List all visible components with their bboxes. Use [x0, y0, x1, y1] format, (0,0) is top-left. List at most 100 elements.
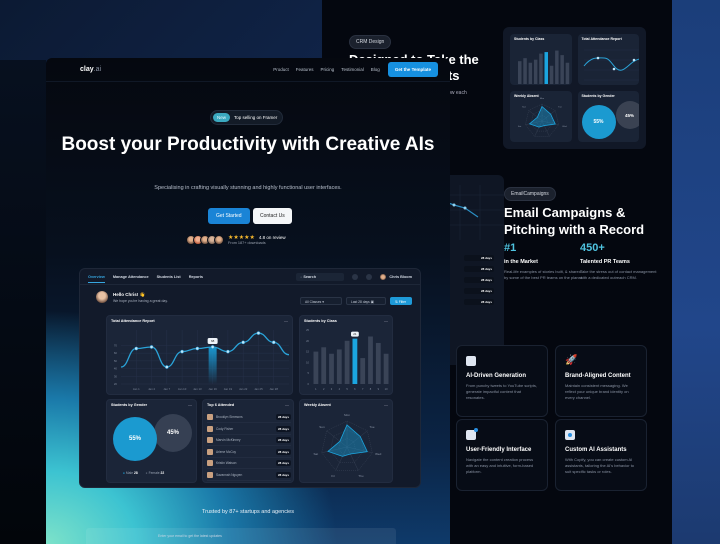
tooltip-label: 68: [211, 339, 215, 343]
logo[interactable]: clay.ai: [80, 66, 101, 73]
dashboard-controls: All Classes ▾ Last 28 days ▣ ⇅ Filter: [300, 297, 412, 305]
tab-reports[interactable]: Reports: [189, 275, 203, 279]
nav-pricing[interactable]: Pricing: [321, 67, 335, 72]
more-icon[interactable]: —: [384, 318, 388, 323]
avatar: [96, 291, 108, 303]
crm-badge: CRM Design: [349, 35, 392, 49]
user-menu[interactable]: Chris Bloom: [380, 273, 412, 280]
tab-manage-attendance[interactable]: Manage Attendance: [113, 275, 149, 279]
x-tick-label: 9: [378, 387, 380, 391]
more-icon[interactable]: —: [285, 402, 289, 407]
y-tick-label: 70: [114, 343, 118, 347]
get-template-button[interactable]: Get the Template: [387, 62, 438, 77]
more-icon[interactable]: —: [284, 318, 288, 323]
more-icon[interactable]: —: [384, 402, 388, 407]
canvas: CRM Design Designed to Take the Next Ste…: [0, 0, 720, 544]
bar: [555, 50, 559, 84]
feature-ai-generation[interactable]: AI-Driven Generation From punchy tweets …: [456, 345, 548, 417]
date-select[interactable]: Last 28 days ▣: [346, 297, 386, 305]
email-title: Email Campaigns & Pitching with a Record: [504, 205, 645, 237]
data-point: [256, 331, 261, 335]
bar: [313, 351, 319, 384]
radar-axis-label: Sun: [522, 107, 527, 109]
get-started-button[interactable]: Get Started: [208, 208, 250, 224]
table-row[interactable]: Brooklyn Simmons 28 days: [207, 412, 291, 423]
table-row[interactable]: Arlene McCoy 28 days: [207, 447, 291, 458]
feature-user-friendly[interactable]: User-Friendly Interface Navigate the con…: [456, 419, 548, 491]
bell-icon[interactable]: [352, 273, 359, 280]
bar: [539, 53, 543, 84]
nav-product[interactable]: Product: [273, 67, 289, 72]
background-blue: [672, 0, 720, 544]
radar-axis-label: Fri: [331, 474, 335, 478]
radar-axis-label: Tue: [558, 107, 562, 109]
preview-card-class: Students by Class: [510, 34, 572, 85]
trusted-text: Trusted by 87+ startups and agencies: [202, 509, 294, 515]
x-tick-label: Jan 13: [193, 387, 202, 391]
side-row: 28 days: [464, 288, 494, 294]
front-page: clay.ai Product Features Pricing Testimo…: [46, 58, 450, 544]
bar: [533, 59, 538, 84]
tooltip-label: 21: [353, 332, 357, 336]
tab-students-list[interactable]: Students List: [157, 275, 181, 279]
y-tick-label: 20: [306, 339, 309, 343]
radar-axis-label: Mon: [540, 98, 545, 100]
bar: [549, 65, 554, 84]
data-point: [149, 345, 154, 349]
side-row: 28 days: [464, 266, 494, 272]
nav-blog[interactable]: Blog: [371, 67, 380, 72]
nav-features[interactable]: Features: [296, 67, 314, 72]
y-tick-label: 60: [114, 351, 118, 355]
x-tick-label: Jan 28: [270, 387, 279, 391]
avatar: [207, 414, 213, 420]
table-row[interactable]: Kristin Watson 28 days: [207, 458, 291, 469]
bar: [523, 58, 527, 84]
preview-card-attendance: Total Attendance Report: [577, 34, 639, 85]
more-icon[interactable]: —: [188, 402, 192, 407]
data-point: [226, 349, 230, 354]
avatar: [380, 273, 387, 280]
x-tick-label: 4: [339, 387, 341, 391]
star-rating-icon: ★★★★★: [228, 235, 255, 241]
gear-icon[interactable]: [366, 273, 373, 280]
radar-axis-label: Mon: [344, 413, 350, 417]
x-tick-label: Jan 7: [163, 387, 170, 391]
rocket-icon: 🚀: [565, 355, 578, 366]
nav-links: Product Features Pricing Testimonial Blo…: [273, 67, 380, 72]
nav-testimonial[interactable]: Testimonial: [341, 67, 364, 72]
data-point: [271, 340, 276, 345]
email-input[interactable]: Enter your email to get the latest updat…: [86, 528, 396, 544]
feature-brand-content[interactable]: 🚀 Brand-Aligned Content Maintain consist…: [555, 345, 647, 417]
announcement-badge[interactable]: New Top selling on Framer: [210, 110, 284, 125]
female-circle: 45%: [154, 414, 192, 452]
contact-us-button[interactable]: Contact Us: [253, 208, 292, 224]
bar: [375, 342, 381, 384]
stat-teams: 450+ Talented PR Teams Take the stress o…: [580, 242, 657, 280]
filter-button[interactable]: ⇅ Filter: [390, 297, 412, 305]
x-tick-label: Jan 25: [254, 387, 263, 391]
attendance-card: Total Attendance Report — 20 30 40 50 60 70 Jan…: [106, 315, 293, 395]
feature-custom-assistants[interactable]: Custom AI Assistants With Copify, you ca…: [555, 419, 647, 491]
class-select[interactable]: All Classes ▾: [300, 297, 342, 305]
bar: [518, 61, 522, 84]
side-rows: 28 days 28 days 28 days 28 days 28 days: [464, 255, 494, 310]
preview-card-gender: Students by Gender 55% 45%: [577, 91, 639, 142]
radar-axis-label: Thu: [358, 474, 364, 478]
x-tick-label: 3: [331, 387, 333, 391]
tab-overview[interactable]: Overview: [88, 275, 105, 283]
table-row[interactable]: Savannah Nguyen 28 days: [207, 470, 291, 481]
preview-radar-chart: MonTueWedThuFriSatSun: [518, 98, 568, 141]
bar: [344, 340, 350, 384]
data-point: [596, 56, 599, 60]
x-tick-label: 2: [323, 387, 325, 391]
table-row[interactable]: Cody Fisher 28 days: [207, 424, 291, 435]
absent-radar-chart: Mon Tue Wed Thu Fri Sat Sun: [314, 413, 382, 478]
y-tick-label: 20: [114, 382, 118, 386]
bar: [565, 62, 570, 84]
table-row[interactable]: Marvin McKinney 28 days: [207, 435, 291, 446]
bar: [321, 347, 327, 384]
preview-dashboard: Students by Class Total Attendance Repor…: [503, 27, 646, 149]
x-tick-label: Jan 16: [208, 387, 217, 391]
preview-female-circle: 45%: [615, 101, 639, 129]
search-input[interactable]: ⌕ Search: [296, 272, 345, 281]
